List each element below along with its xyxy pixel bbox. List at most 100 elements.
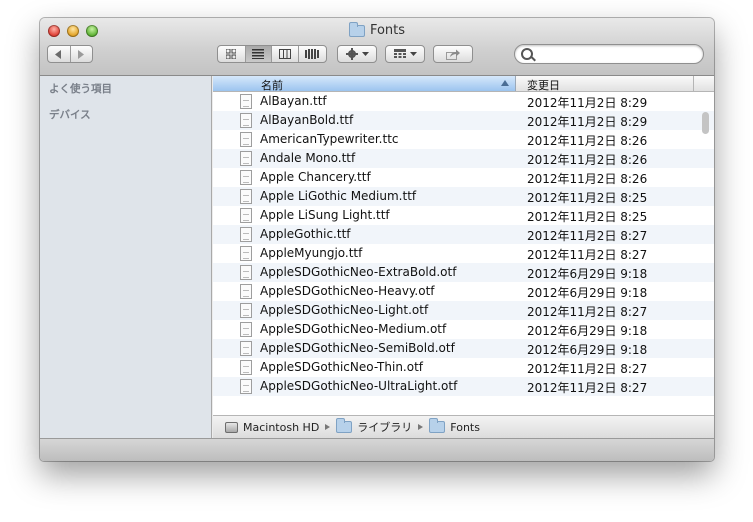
- file-name: AmericanTypewriter.ttc: [260, 132, 399, 146]
- file-name: AppleSDGothicNeo-ExtraBold.otf: [260, 265, 457, 279]
- list-view-icon: [252, 49, 265, 59]
- chevron-left-icon: [54, 49, 61, 59]
- file-row[interactable]: AppleMyungjo.ttf 2012年11月2日 8:27: [213, 244, 714, 263]
- file-modified-date: 2012年11月2日 8:27: [527, 229, 648, 243]
- share-button-content: [434, 46, 472, 62]
- file-modified-date: 2012年11月2日 8:26: [527, 172, 648, 186]
- file-modified-date: 2012年11月2日 8:25: [527, 191, 648, 205]
- font-file-icon: [240, 284, 252, 299]
- font-file-icon: [240, 227, 252, 242]
- font-file-icon: [240, 132, 252, 147]
- file-modified-date: 2012年11月2日 8:27: [527, 362, 648, 376]
- file-name: AppleSDGothicNeo-UltraLight.otf: [260, 379, 458, 393]
- path-item-macintosh-hd[interactable]: Macintosh HD: [225, 421, 319, 434]
- list-view-button[interactable]: [245, 46, 273, 62]
- file-row[interactable]: Apple LiGothic Medium.ttf 2012年11月2日 8:25: [213, 187, 714, 206]
- path-separator-icon: [325, 424, 331, 430]
- action-menu-button[interactable]: [337, 45, 377, 63]
- library-folder-icon: [336, 418, 353, 433]
- path-item-library[interactable]: ライブラリ: [336, 418, 412, 435]
- file-row[interactable]: Andale Mono.ttf 2012年11月2日 8:26: [213, 149, 714, 168]
- column-header: 名前 変更日: [213, 76, 714, 92]
- window-title-bar: Fonts: [40, 21, 714, 38]
- font-file-icon: [240, 151, 252, 166]
- file-modified-date: 2012年6月29日 9:18: [527, 286, 648, 300]
- file-modified-date: 2012年6月29日 9:18: [527, 324, 648, 338]
- column-divider[interactable]: [693, 76, 694, 91]
- column-header-name[interactable]: 名前: [213, 76, 516, 92]
- font-file-icon: [240, 322, 252, 337]
- file-modified-date: 2012年11月2日 8:29: [527, 115, 648, 129]
- folder-icon: [429, 418, 446, 433]
- file-row[interactable]: AppleSDGothicNeo-ExtraBold.otf 2012年6月29日…: [213, 263, 714, 282]
- share-button[interactable]: [433, 45, 473, 63]
- file-list-pane: 名前 変更日 AlBayan.ttf 2012年11月2日 8:29 AlBayan…: [213, 76, 714, 438]
- file-row[interactable]: AppleSDGothicNeo-Light.otf 2012年11月2日 8:2…: [213, 301, 714, 320]
- file-row[interactable]: AlBayanBold.ttf 2012年11月2日 8:29: [213, 111, 714, 130]
- file-name: AlBayanBold.ttf: [260, 113, 354, 127]
- view-mode-group: [217, 45, 327, 63]
- file-row[interactable]: AppleSDGothicNeo-Thin.otf 2012年11月2日 8:27: [213, 358, 714, 377]
- grid-arrange-icon: [393, 49, 406, 58]
- font-file-icon: [240, 360, 252, 375]
- icon-view-button[interactable]: [218, 46, 246, 62]
- arrange-menu-button[interactable]: [385, 45, 425, 63]
- file-row[interactable]: AppleSDGothicNeo-SemiBold.otf 2012年6月29日 …: [213, 339, 714, 358]
- column-view-button[interactable]: [272, 46, 299, 62]
- file-modified-date: 2012年11月2日 8:27: [527, 381, 648, 395]
- file-row[interactable]: Apple LiSung Light.ttf 2012年11月2日 8:25: [213, 206, 714, 225]
- sidebar-heading-devices[interactable]: デバイス: [49, 107, 91, 122]
- vertical-scrollbar-thumb[interactable]: [702, 112, 709, 134]
- arrange-menu-content: [386, 46, 424, 62]
- file-name: Apple LiSung Light.ttf: [260, 208, 390, 222]
- file-name: Apple Chancery.ttf: [260, 170, 371, 184]
- file-modified-date: 2012年6月29日 9:18: [527, 267, 648, 281]
- file-modified-date: 2012年6月29日 9:18: [527, 343, 648, 357]
- hard-drive-icon: [225, 421, 238, 433]
- file-row[interactable]: AppleSDGothicNeo-UltraLight.otf 2012年11月2…: [213, 377, 714, 396]
- column-name-label: 名前: [261, 79, 283, 92]
- status-bar: [40, 438, 714, 461]
- file-name: Andale Mono.ttf: [260, 151, 356, 165]
- file-row[interactable]: AmericanTypewriter.ttc 2012年11月2日 8:26: [213, 130, 714, 149]
- file-row[interactable]: AppleSDGothicNeo-Medium.otf 2012年6月29日 9:…: [213, 320, 714, 339]
- forward-button[interactable]: [71, 46, 93, 62]
- file-row[interactable]: AlBayan.ttf 2012年11月2日 8:29: [213, 92, 714, 111]
- chevron-right-icon: [78, 49, 85, 59]
- sidebar-heading-favorites[interactable]: よく使う項目: [49, 81, 112, 96]
- search-field[interactable]: [514, 44, 704, 64]
- chevron-down-icon: [409, 52, 417, 56]
- path-item-fonts[interactable]: Fonts: [429, 418, 480, 434]
- finder-window: Fonts よく使う項目 デバイス 名前 変更日 AlBayan.ttf 201…: [40, 18, 714, 461]
- file-row[interactable]: AppleSDGothicNeo-Heavy.otf 2012年6月29日 9:1…: [213, 282, 714, 301]
- column-header-date[interactable]: 変更日: [527, 77, 560, 93]
- file-row[interactable]: AppleGothic.ttf 2012年11月2日 8:27: [213, 225, 714, 244]
- file-name: AppleSDGothicNeo-Heavy.otf: [260, 284, 435, 298]
- file-modified-date: 2012年11月2日 8:26: [527, 153, 648, 167]
- back-forward-group: [47, 45, 93, 63]
- coverflow-view-button[interactable]: [299, 46, 326, 62]
- file-modified-date: 2012年11月2日 8:27: [527, 248, 648, 262]
- sort-ascending-icon: [501, 80, 509, 86]
- share-icon: [446, 49, 460, 60]
- font-file-icon: [240, 189, 252, 204]
- back-button[interactable]: [48, 46, 71, 62]
- file-modified-date: 2012年11月2日 8:25: [527, 210, 648, 224]
- file-name: Apple LiGothic Medium.ttf: [260, 189, 417, 203]
- sidebar: よく使う項目 デバイス: [40, 76, 212, 438]
- icon-view-icon: [226, 49, 237, 59]
- font-file-icon: [240, 113, 252, 128]
- file-name: AppleGothic.ttf: [260, 227, 351, 241]
- font-file-icon: [240, 94, 252, 109]
- file-modified-date: 2012年11月2日 8:26: [527, 134, 648, 148]
- path-separator-icon: [418, 424, 424, 430]
- gear-icon: [345, 48, 358, 60]
- font-file-icon: [240, 379, 252, 394]
- font-file-icon: [240, 170, 252, 185]
- path-item-label: Fonts: [450, 420, 480, 434]
- chevron-down-icon: [361, 52, 369, 56]
- file-name: AppleSDGothicNeo-Medium.otf: [260, 322, 447, 336]
- file-row[interactable]: Apple Chancery.ttf 2012年11月2日 8:26: [213, 168, 714, 187]
- file-name: AppleMyungjo.ttf: [260, 246, 363, 260]
- font-file-icon: [240, 208, 252, 223]
